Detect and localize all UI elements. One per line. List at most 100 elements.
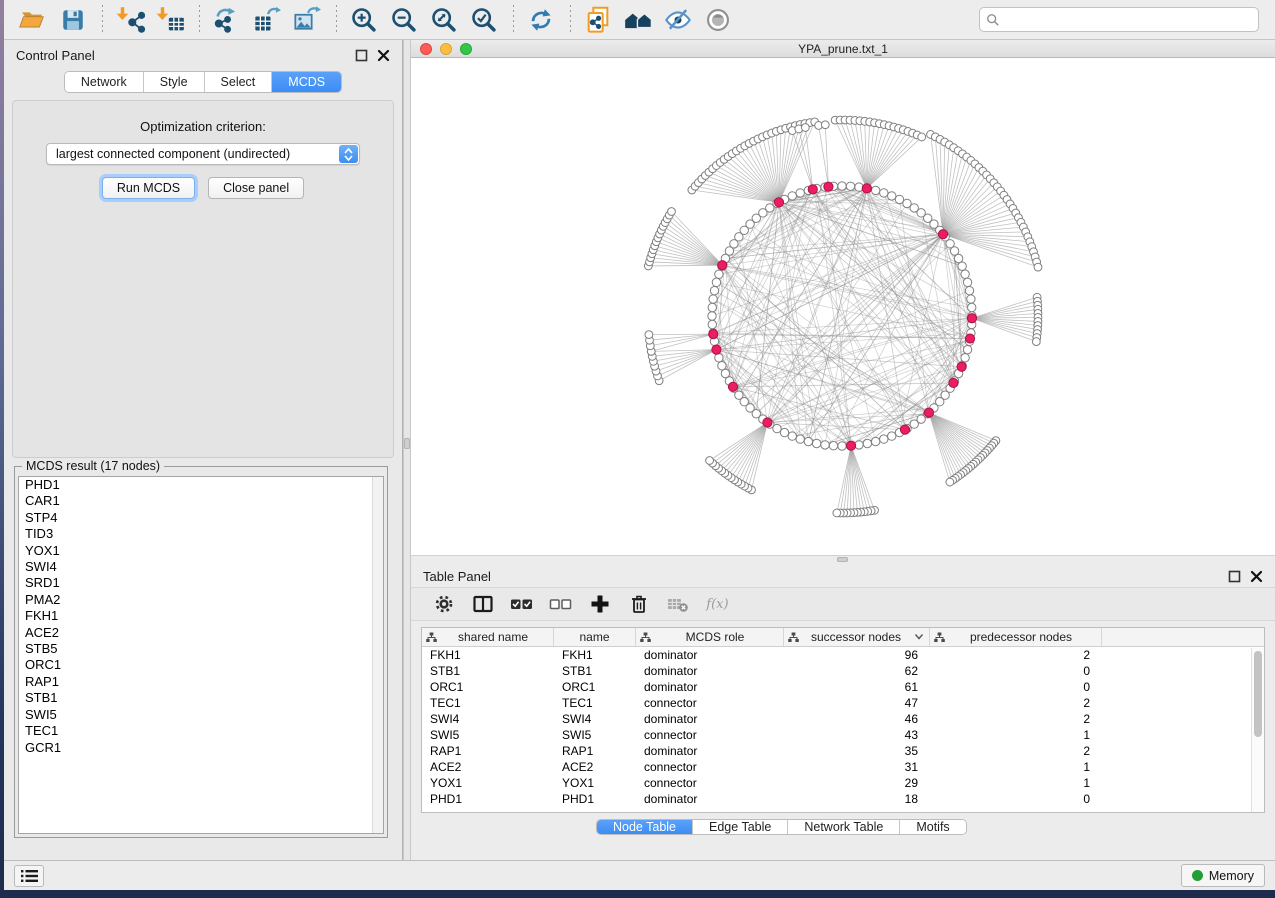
table-scrollbar[interactable] [1251,648,1264,812]
cell[interactable]: YOX1 [554,775,636,791]
mcds-result-item[interactable]: TEC1 [19,723,383,739]
cell[interactable]: ORC1 [554,679,636,695]
refresh-layout-button[interactable] [524,4,558,36]
cell[interactable]: SWI5 [422,727,554,743]
cell[interactable]: PHD1 [422,791,554,807]
cell[interactable]: 61 [784,679,930,695]
column-header-shared-name[interactable]: shared name [422,628,554,646]
float-panel-icon[interactable] [1228,570,1241,583]
column-header-name[interactable]: name [554,628,636,646]
table-scrollbar-thumb[interactable] [1254,651,1262,737]
mcds-result-item[interactable]: ACE2 [19,625,383,641]
search-box[interactable] [979,7,1259,32]
zoom-selected-button[interactable] [467,4,501,36]
cell[interactable]: SWI5 [554,727,636,743]
table-row[interactable]: PHD1PHD1dominator180 [422,791,1264,807]
import-table-button[interactable] [153,4,187,36]
node-table[interactable]: shared namenameMCDS rolesuccessor nodesp… [421,627,1265,813]
table-row[interactable]: YOX1YOX1connector291 [422,775,1264,791]
tab-motifs[interactable]: Motifs [900,820,965,834]
show-hidden-button[interactable] [701,4,735,36]
cell[interactable]: TEC1 [422,695,554,711]
zoom-in-button[interactable] [347,4,381,36]
run-mcds-button[interactable]: Run MCDS [102,177,195,199]
mcds-result-item[interactable]: PMA2 [19,592,383,608]
cell[interactable]: 2 [930,743,1102,759]
table-settings-button[interactable] [431,591,457,617]
table-row[interactable]: SWI4SWI4dominator462 [422,711,1264,727]
split-table-view-button[interactable] [470,591,496,617]
cell[interactable]: dominator [636,679,784,695]
mcds-result-item[interactable]: STP4 [19,510,383,526]
cell[interactable]: 2 [930,711,1102,727]
add-column-button[interactable] [587,591,613,617]
export-network-button[interactable] [210,4,244,36]
network-graph[interactable] [411,58,1275,555]
cell[interactable]: 43 [784,727,930,743]
table-row[interactable]: STB1STB1dominator620 [422,663,1264,679]
table-row[interactable]: FKH1FKH1dominator962 [422,647,1264,663]
table-row[interactable]: SWI5SWI5connector431 [422,727,1264,743]
mcds-result-item[interactable]: ORC1 [19,657,383,673]
cell[interactable]: dominator [636,647,784,663]
cell[interactable]: 96 [784,647,930,663]
network-canvas[interactable] [411,58,1275,555]
cell[interactable]: 29 [784,775,930,791]
mcds-result-item[interactable]: SWI4 [19,559,383,575]
cell[interactable]: ACE2 [422,759,554,775]
mcds-list-scrollbar[interactable] [372,477,383,833]
table-row[interactable]: RAP1RAP1dominator352 [422,743,1264,759]
cell[interactable]: ACE2 [554,759,636,775]
cell[interactable]: connector [636,775,784,791]
cell[interactable]: ORC1 [422,679,554,695]
import-network-button[interactable] [113,4,147,36]
mcds-result-item[interactable]: STB1 [19,690,383,706]
vertical-splitter[interactable] [403,40,411,860]
cell[interactable]: 0 [930,663,1102,679]
cell[interactable]: STB1 [422,663,554,679]
memory-button[interactable]: Memory [1181,864,1265,887]
mcds-result-item[interactable]: YOX1 [19,543,383,559]
zoom-fit-button[interactable] [427,4,461,36]
tab-edge-table[interactable]: Edge Table [693,820,788,834]
tab-style[interactable]: Style [144,72,205,92]
export-image-button[interactable] [290,4,324,36]
mcds-result-list[interactable]: PHD1CAR1STP4TID3YOX1SWI4SRD1PMA2FKH1ACE2… [18,476,384,834]
close-panel-icon[interactable] [1250,570,1263,583]
delete-column-button[interactable] [626,591,652,617]
function-builder-button[interactable]: f(x) [704,591,730,617]
tab-network[interactable]: Network [65,72,144,92]
mcds-result-item[interactable]: GCR1 [19,740,383,756]
horizontal-splitter[interactable] [411,555,1275,563]
column-header-predecessor-nodes[interactable]: predecessor nodes [930,628,1102,646]
cell[interactable]: RAP1 [422,743,554,759]
float-panel-icon[interactable] [355,49,368,62]
mcds-result-item[interactable]: SRD1 [19,575,383,591]
tab-network-table[interactable]: Network Table [788,820,900,834]
cell[interactable]: SWI4 [422,711,554,727]
mcds-result-item[interactable]: PHD1 [19,477,383,493]
cell[interactable]: 1 [930,727,1102,743]
close-panel-icon[interactable] [377,49,390,62]
select-all-button[interactable] [509,591,535,617]
cell[interactable]: connector [636,759,784,775]
column-header-MCDS-role[interactable]: MCDS role [636,628,784,646]
cell[interactable]: dominator [636,791,784,807]
open-file-button[interactable] [16,4,50,36]
mcds-result-item[interactable]: CAR1 [19,493,383,509]
cell[interactable]: 1 [930,759,1102,775]
cell[interactable]: FKH1 [422,647,554,663]
tab-mcds[interactable]: MCDS [272,72,341,92]
delete-table-button[interactable] [665,591,691,617]
cell[interactable]: dominator [636,711,784,727]
task-history-button[interactable] [14,865,44,887]
close-panel-button[interactable]: Close panel [208,177,304,199]
cell[interactable]: 0 [930,679,1102,695]
cell[interactable]: YOX1 [422,775,554,791]
export-table-button[interactable] [250,4,284,36]
cell[interactable]: 31 [784,759,930,775]
mcds-result-item[interactable]: TID3 [19,526,383,542]
deselect-all-button[interactable] [548,591,574,617]
tab-select[interactable]: Select [205,72,273,92]
cell[interactable]: 62 [784,663,930,679]
